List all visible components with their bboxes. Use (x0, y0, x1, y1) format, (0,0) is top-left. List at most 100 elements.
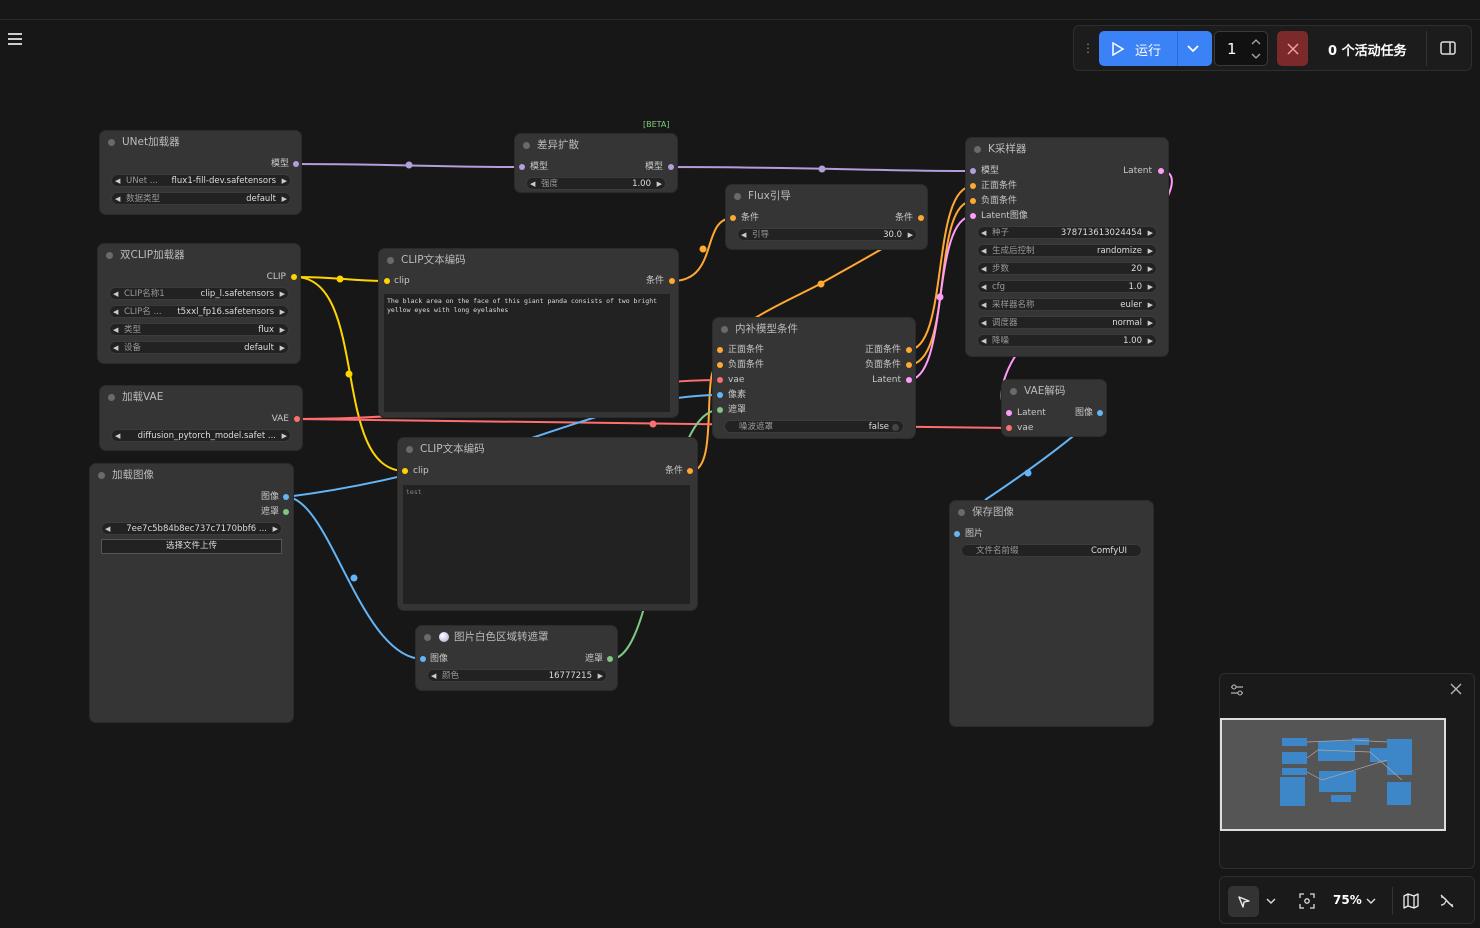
chevron-down-icon[interactable] (1366, 896, 1376, 906)
input-negative-port[interactable] (970, 198, 976, 204)
input-latent-port[interactable] (1006, 410, 1012, 416)
output-mask-port[interactable] (607, 656, 613, 662)
close-icon[interactable] (1450, 683, 1462, 695)
hamburger-menu-icon[interactable] (8, 33, 22, 45)
input-positive: 正面条件 (981, 181, 1018, 191)
output-conditioning-port[interactable] (687, 468, 693, 474)
upload-button[interactable]: 选择文件上传 (101, 539, 282, 554)
widget-clip-name-1[interactable]: ◀ CLIP名称1 clip_l.safetensors ▶ (109, 287, 289, 300)
output-clip-port[interactable] (291, 274, 297, 280)
node-load-vae[interactable]: 加载VAE VAE ◀ diffusion_pytorch_model.safet… (100, 386, 302, 450)
node-ksampler[interactable]: K采样器 模型 正面条件 负面条件 Latent图像 Latent ◀ 种子 378… (966, 138, 1168, 356)
chevron-down-icon[interactable] (1186, 42, 1200, 56)
widget-scheduler[interactable]: ◀ 调度器 normal ▶ (977, 316, 1157, 329)
input-mask-port[interactable] (717, 407, 723, 413)
widget-vae-name[interactable]: ◀ diffusion_pytorch_model.safet ... ▶ (111, 429, 291, 442)
minimap-panel[interactable] (1219, 673, 1475, 869)
output-model-port[interactable] (293, 161, 299, 167)
widget-unet-name[interactable]: ◀ UNet ... flux1-fill-dev.safetensors ▶ (111, 174, 291, 187)
node-dual-clip-loader[interactable]: 双CLIP加载器 CLIP ◀ CLIP名称1 clip_l.safetensors… (98, 244, 300, 363)
input-negative-port[interactable] (717, 362, 723, 368)
run-mode-separator (1177, 31, 1178, 66)
input-positive-port[interactable] (717, 347, 723, 353)
map-icon[interactable] (1403, 893, 1419, 909)
widget-control-after[interactable]: ◀ 生成后控制 randomize ▶ (977, 244, 1157, 257)
widget-type[interactable]: ◀ 类型 flux ▶ (109, 323, 289, 336)
side-panel-icon[interactable] (1440, 40, 1456, 56)
input-latent-port[interactable] (970, 213, 976, 219)
widget-noise-mask-toggle[interactable]: 噪波遮罩 false (724, 420, 904, 433)
input-clip-port[interactable] (402, 468, 408, 474)
node-differential-diffusion[interactable]: 差异扩散 模型 模型 ◀ 强度 1.00 ▶ (515, 134, 677, 192)
input-model-port[interactable] (519, 164, 525, 170)
output-model-port[interactable] (668, 164, 674, 170)
output-positive-port[interactable] (906, 347, 912, 353)
batch-count-stepper[interactable]: 1 (1214, 31, 1268, 66)
input-clip-port[interactable] (384, 278, 390, 284)
node-graph-canvas[interactable]: [BETA] UNet加载器 模型 ◀ UNet ... flux1-fill-de… (0, 0, 1480, 928)
widget-strength[interactable]: ◀ 强度 1.00 ▶ (526, 177, 666, 190)
output-image-port[interactable] (1097, 410, 1103, 416)
widget-color[interactable]: ◀ 颜色 16777215 ▶ (427, 669, 607, 682)
chevron-down-icon[interactable] (1266, 896, 1276, 906)
run-label: 运行 (1135, 44, 1162, 59)
widget-image-file[interactable]: ◀ 7ee7c5b84b8ec737c7170bbf6 ... ▶ (101, 522, 282, 535)
cancel-button[interactable] (1277, 31, 1308, 66)
minimap-viewport[interactable] (1220, 718, 1446, 831)
focus-icon[interactable] (1299, 893, 1315, 909)
input-pixels: 像素 (728, 390, 747, 400)
increment-icon[interactable] (1251, 38, 1261, 46)
output-conditioning-port[interactable] (669, 278, 675, 284)
widget-device[interactable]: ◀ 设备 default ▶ (109, 341, 289, 354)
output-mask-port[interactable] (283, 509, 289, 515)
output-negative-port[interactable] (906, 362, 912, 368)
widget-seed[interactable]: ◀ 种子 378713613024454 ▶ (977, 226, 1157, 239)
output-vae-port[interactable] (294, 416, 300, 422)
widget-cfg[interactable]: ◀ cfg 1.0 ▶ (977, 280, 1157, 293)
node-inpaint-model-conditioning[interactable]: 内补模型条件 正面条件 负面条件 vae 像素 遮罩 正面条件 负面条件 Lat… (713, 318, 915, 438)
run-button[interactable]: 运行 (1099, 31, 1212, 66)
zoom-level[interactable]: 75% (1333, 893, 1362, 907)
output-conditioning: 条件 (894, 213, 913, 223)
widget-denoise[interactable]: ◀ 降噪 1.00 ▶ (977, 334, 1157, 347)
output-conditioning-port[interactable] (918, 215, 924, 221)
widget-guidance[interactable]: ◀ 引导 30.0 ▶ (737, 228, 917, 241)
node-flux-guidance[interactable]: Flux引导 条件 条件 ◀ 引导 30.0 ▶ (726, 185, 927, 249)
input-conditioning-port[interactable] (730, 215, 736, 221)
widget-clip-name-2[interactable]: ◀ CLIP名 ... t5xxl_fp16.safetensors ▶ (109, 305, 289, 318)
node-clip-text-encode-negative[interactable]: CLIP文本编码 clip 条件 test (398, 438, 697, 610)
node-save-image[interactable]: 保存图像 图片 文件名前缀 ComfyUI (950, 501, 1153, 726)
node-title: CLIP文本编码 (398, 438, 697, 460)
output-latent-port[interactable] (906, 377, 912, 383)
decrement-icon[interactable] (1251, 52, 1261, 60)
link-reroute-dot (936, 293, 944, 301)
widget-steps[interactable]: ◀ 步数 20 ▶ (977, 262, 1157, 275)
node-title: VAE解码 (1002, 380, 1106, 402)
input-image-port[interactable] (420, 656, 426, 662)
widget-dtype[interactable]: ◀ 数据类型 default ▶ (111, 192, 291, 205)
hide-links-icon[interactable] (1439, 893, 1455, 909)
node-clip-text-encode-positive[interactable]: CLIP文本编码 clip 条件 The black area on the f… (379, 249, 678, 417)
output-latent-port[interactable] (1158, 168, 1164, 174)
sliders-icon[interactable] (1230, 683, 1244, 697)
active-tasks-label[interactable]: 0 个活动任务 (1328, 40, 1407, 59)
node-vae-decode[interactable]: VAE解码 Latent vae 图像 (1002, 380, 1106, 436)
input-pixels-port[interactable] (717, 392, 723, 398)
widget-filename-prefix[interactable]: 文件名前缀 ComfyUI (961, 544, 1142, 557)
widget-sampler[interactable]: ◀ 采样器名称 euler ▶ (977, 298, 1157, 311)
prompt-textarea[interactable]: The black area on the face of this giant… (384, 294, 670, 412)
input-model-port[interactable] (970, 168, 976, 174)
node-unet-loader[interactable]: UNet加载器 模型 ◀ UNet ... flux1-fill-dev.safet… (100, 131, 301, 214)
input-vae-port[interactable] (717, 377, 723, 383)
node-load-image[interactable]: 加载图像 图像 遮罩 ◀ 7ee7c5b84b8ec737c7170bbf6 ..… (90, 464, 293, 722)
output-latent: Latent (1123, 166, 1152, 176)
node-image-color-to-mask[interactable]: 图片白色区域转遮罩 图像 遮罩 ◀ 颜色 16777215 ▶ (416, 626, 617, 690)
input-vae-port[interactable] (1006, 425, 1012, 431)
node-title: 内补模型条件 (713, 318, 915, 340)
prompt-textarea[interactable]: test (403, 485, 690, 604)
output-image-port[interactable] (283, 494, 289, 500)
input-positive-port[interactable] (970, 183, 976, 189)
select-mode-button[interactable] (1228, 886, 1259, 917)
input-images-port[interactable] (954, 531, 960, 537)
node-title: 差异扩散 (515, 134, 677, 156)
